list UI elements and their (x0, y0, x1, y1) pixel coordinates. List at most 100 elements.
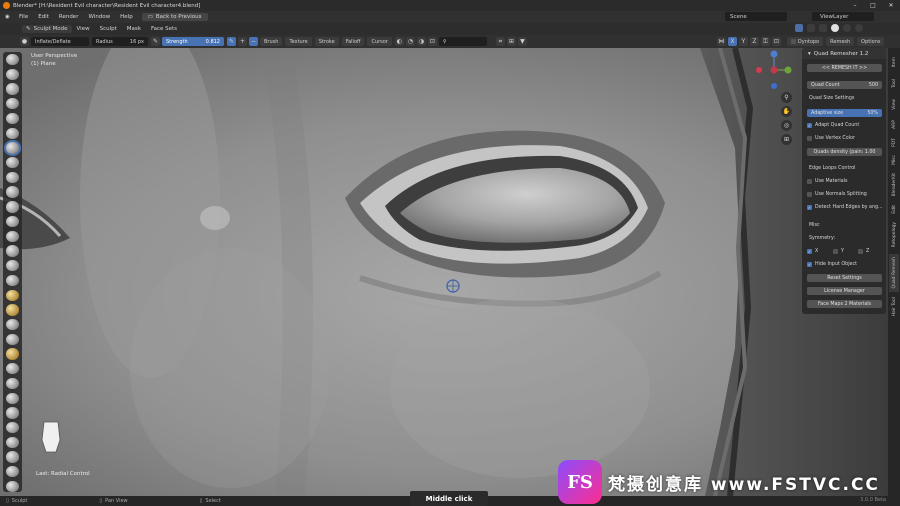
scrape-brush-icon[interactable] (6, 230, 19, 242)
nudge-brush-icon[interactable] (6, 348, 19, 360)
grid-ortho-icon[interactable]: ⊞ (781, 134, 792, 145)
menu-mask[interactable]: Mask (122, 26, 146, 32)
detect-hard-edges-checkbox[interactable]: ✓ (807, 205, 812, 210)
use-normals-splitting-toggle[interactable]: Use Normals Splitting (807, 192, 867, 197)
mirror-y-button[interactable]: Y (738, 37, 748, 46)
draw-brush-icon[interactable] (6, 54, 19, 66)
minimize-button[interactable]: – (846, 0, 864, 11)
pan-hand-icon[interactable]: ✋ (781, 106, 792, 117)
dyntopo-checkbox[interactable] (790, 39, 796, 44)
quad-count-field[interactable]: Quad Count 500 (807, 81, 882, 89)
panel-collapse-icon[interactable]: ▾ (808, 51, 811, 57)
smooth-brush-icon[interactable] (6, 186, 19, 198)
view-icon-3[interactable]: ◑ (416, 37, 426, 46)
tab-quad-remesh[interactable]: Quad Remesh (889, 254, 899, 292)
stroke-dropdown[interactable]: Stroke (314, 37, 339, 46)
scene-selector[interactable]: Scene (725, 12, 787, 21)
camera-icon[interactable]: ◎ (781, 120, 792, 131)
menu-view[interactable]: View (72, 26, 95, 32)
clay-brush-icon[interactable] (6, 83, 19, 95)
material-shading-icon[interactable] (843, 24, 851, 32)
use-materials-toggle[interactable]: Use Materials (807, 179, 847, 184)
texture-dropdown[interactable]: Texture (285, 37, 312, 46)
pinch-brush-icon[interactable] (6, 260, 19, 272)
detect-hard-edges-toggle[interactable]: ✓ Detect Hard Edges by ang... (807, 205, 883, 210)
brush-name-field[interactable]: Inflate/Deflate (31, 37, 89, 46)
draw-face-sets-brush-icon[interactable] (6, 451, 19, 463)
snake-hook-brush-icon[interactable] (6, 304, 19, 316)
options-dropdown[interactable]: Options (857, 37, 885, 46)
snap-icon[interactable]: ⌗ (495, 37, 505, 46)
mask-brush-icon[interactable] (6, 436, 19, 449)
use-vertex-color-checkbox[interactable] (807, 136, 812, 141)
transform-tool-icon[interactable] (6, 480, 19, 493)
pose-brush-icon[interactable] (6, 333, 19, 345)
menu-edit[interactable]: Edit (33, 14, 54, 20)
back-to-previous-button[interactable]: ▭ Back to Previous (141, 13, 208, 21)
strength-field[interactable]: Strength 0.812 (162, 37, 224, 46)
adapt-quad-count-checkbox[interactable]: ✓ (807, 123, 812, 128)
rotate-brush-icon[interactable] (6, 363, 19, 375)
navigation-gizmo[interactable] (752, 48, 796, 92)
slide-relax-brush-icon[interactable] (6, 377, 19, 390)
layer-brush-icon[interactable] (6, 127, 19, 139)
view-icon-1[interactable]: ◐ (394, 37, 404, 46)
cursor-dropdown[interactable]: Cursor (367, 37, 392, 46)
clay-strips-brush-icon[interactable] (6, 98, 19, 110)
cloth-brush-icon[interactable] (6, 407, 19, 419)
tab-pdt[interactable]: PDT (889, 134, 899, 150)
adaptive-size-slider[interactable]: Adaptive size 50% (807, 109, 882, 117)
tab-misc[interactable]: Misc (889, 152, 899, 168)
symmetry-x-checkbox[interactable]: ✓ (807, 249, 812, 254)
menu-window[interactable]: Window (83, 14, 115, 20)
menu-render[interactable]: Render (54, 14, 84, 20)
falloff-dropdown[interactable]: Falloff (341, 37, 365, 46)
radius-field[interactable]: Radius 16 px (92, 37, 148, 46)
3d-viewport[interactable] (0, 48, 900, 496)
tab-hair-tool[interactable]: Hair Tool (889, 294, 899, 320)
menu-help[interactable]: Help (115, 14, 138, 20)
remesh-dropdown[interactable]: Remesh (826, 37, 855, 46)
symmetry-x-toggle[interactable]: ✓ X (807, 249, 818, 254)
tab-retopology[interactable]: Retopology (889, 218, 899, 252)
brush-dropdown[interactable]: Brush (260, 37, 283, 46)
use-vertex-color-toggle[interactable]: Use Vertex Color (807, 136, 855, 141)
menu-sculpt[interactable]: Sculpt (95, 26, 122, 32)
last-operator-label[interactable]: Last: Radial Control (36, 471, 90, 477)
view-icon-2[interactable]: ◔ (405, 37, 415, 46)
tab-blenderkit[interactable]: BlenderKit (889, 170, 899, 200)
use-materials-checkbox[interactable] (807, 179, 812, 184)
mode-selector[interactable]: ✎ Sculpt Mode (22, 25, 72, 33)
simplify-brush-icon[interactable] (6, 421, 19, 434)
symmetry-z-toggle[interactable]: Z (858, 249, 869, 254)
filter-icon[interactable]: ▼ (517, 37, 527, 46)
view-layer-selector[interactable]: ViewLayer (812, 12, 874, 21)
overlay-icon[interactable] (795, 24, 803, 32)
tab-view[interactable]: View (889, 94, 899, 114)
tab-edit[interactable]: Edit (889, 202, 899, 216)
transform-icon[interactable]: ⊡ (427, 37, 437, 46)
draw-sharp-brush-icon[interactable] (6, 68, 19, 81)
face-maps-materials-button[interactable]: Face Maps 2 Materials (807, 300, 882, 308)
clay-thumb-brush-icon[interactable] (6, 112, 19, 125)
tab-tool[interactable]: Tool (889, 74, 899, 92)
symmetry-mirror-icon[interactable]: ⋈ (716, 37, 726, 46)
solid-shading-icon[interactable] (831, 24, 839, 32)
crease-brush-icon[interactable] (6, 171, 19, 184)
wireframe-shading-icon[interactable] (819, 24, 827, 32)
close-button[interactable]: ✕ (882, 0, 900, 11)
use-normals-splitting-checkbox[interactable] (807, 192, 812, 197)
grab-brush-icon[interactable] (6, 274, 19, 287)
rendered-shading-icon[interactable] (855, 24, 863, 32)
dyntopo-dropdown[interactable]: Dyntopo (786, 37, 824, 46)
inflate-brush-icon[interactable] (6, 142, 19, 154)
snap-icon-2[interactable]: ⊞ (506, 37, 516, 46)
subtract-direction-button[interactable]: − (249, 37, 258, 46)
remesh-it-button[interactable]: << REMESH IT >> (807, 64, 882, 72)
thumb-brush-icon[interactable] (6, 318, 19, 331)
zoom-icon[interactable]: ⚲ (781, 92, 792, 103)
mirror-z-button[interactable]: Z (749, 37, 759, 46)
blob-brush-icon[interactable] (6, 157, 19, 169)
symmetry-y-checkbox[interactable] (833, 249, 838, 254)
elastic-deform-brush-icon[interactable] (6, 289, 19, 301)
